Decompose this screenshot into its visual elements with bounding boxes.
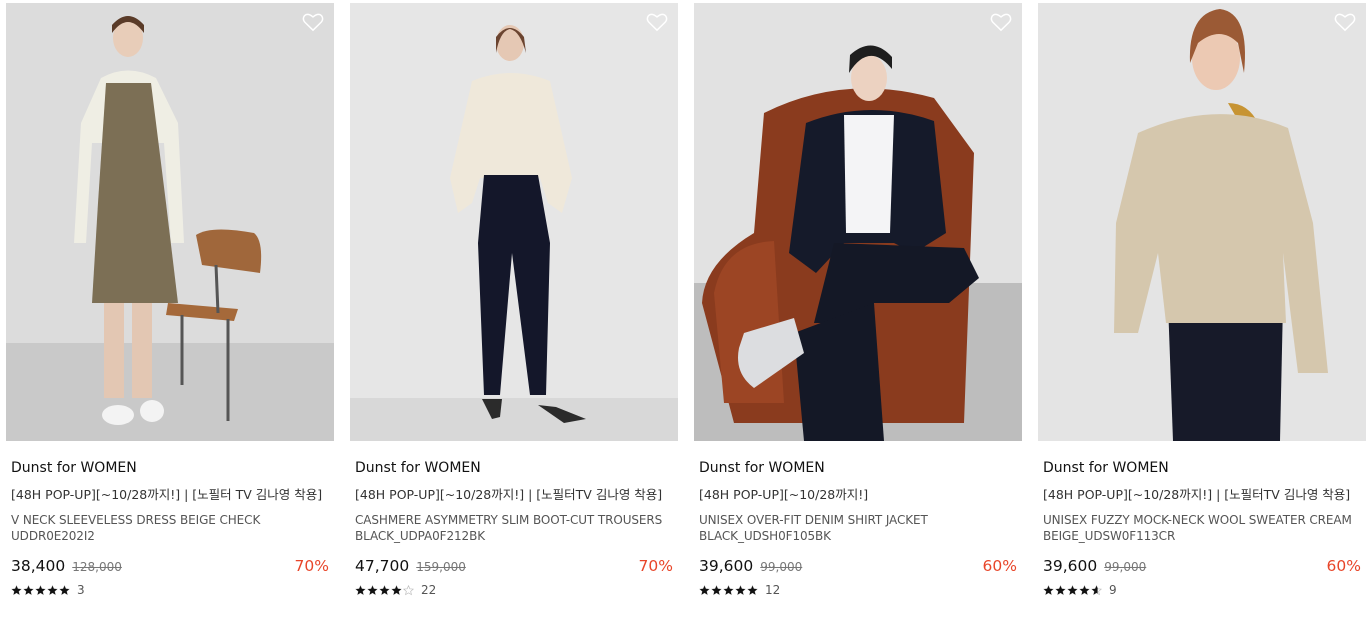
star-icon [59, 584, 70, 595]
star-icon [747, 584, 758, 595]
sale-price: 39,600 [699, 557, 754, 575]
product-photo [350, 3, 678, 441]
discount-rate: 60% [982, 557, 1017, 575]
star-icon [11, 584, 22, 595]
star-rating [1043, 584, 1102, 596]
discount-rate: 70% [638, 557, 673, 575]
star-icon [403, 584, 414, 595]
product-info: Dunst for WOMEN [48H POP-UP][~10/28까지!] … [6, 459, 334, 597]
sale-price: 38,400 [11, 557, 66, 575]
star-icon [35, 584, 46, 595]
sale-price: 39,600 [1043, 557, 1098, 575]
price-row: 47,700 159,000 70% [355, 556, 673, 576]
star-rating [699, 584, 758, 596]
star-rating [11, 584, 70, 596]
product-card[interactable]: Dunst for WOMEN [48H POP-UP][~10/28까지!] … [350, 3, 678, 597]
star-icon [379, 584, 390, 595]
product-image[interactable] [694, 3, 1022, 441]
sale-price: 47,700 [355, 557, 410, 575]
price-row: 39,600 99,000 60% [1043, 556, 1361, 576]
product-name[interactable]: UNISEX FUZZY MOCK-NECK WOOL SWEATER CREA… [1043, 512, 1361, 544]
brand-name[interactable]: Dunst for WOMEN [355, 459, 673, 477]
review-count: 9 [1109, 583, 1117, 597]
product-image[interactable] [350, 3, 678, 441]
star-rating [355, 584, 414, 596]
star-icon [1055, 584, 1066, 595]
rating-row: 3 [11, 583, 329, 597]
heart-outline-icon[interactable] [302, 12, 324, 32]
star-icon [1043, 584, 1054, 595]
star-icon [699, 584, 710, 595]
star-icon [735, 584, 746, 595]
original-price: 99,000 [1104, 560, 1147, 574]
star-icon [47, 584, 58, 595]
product-info: Dunst for WOMEN [48H POP-UP][~10/28까지!] … [350, 459, 678, 597]
promo-text[interactable]: [48H POP-UP][~10/28까지!] [699, 487, 1017, 503]
star-icon [367, 584, 378, 595]
review-count: 3 [77, 583, 85, 597]
product-photo [1038, 3, 1366, 441]
heart-outline-icon[interactable] [1334, 12, 1356, 32]
product-info: Dunst for WOMEN [48H POP-UP][~10/28까지!] … [1038, 459, 1366, 597]
price-row: 39,600 99,000 60% [699, 556, 1017, 576]
brand-name[interactable]: Dunst for WOMEN [1043, 459, 1361, 477]
product-name[interactable]: UNISEX OVER-FIT DENIM SHIRT JACKET BLACK… [699, 512, 1017, 544]
product-name[interactable]: V NECK SLEEVELESS DRESS BEIGE CHECK UDDR… [11, 512, 329, 544]
original-price: 159,000 [416, 560, 466, 574]
product-image[interactable] [1038, 3, 1366, 441]
discount-rate: 70% [294, 557, 329, 575]
brand-name[interactable]: Dunst for WOMEN [11, 459, 329, 477]
heart-outline-icon[interactable] [646, 12, 668, 32]
product-photo [6, 3, 334, 441]
promo-text[interactable]: [48H POP-UP][~10/28까지!] | [노필터TV 김나영 착용] [355, 487, 673, 503]
star-icon [1079, 584, 1090, 595]
original-price: 99,000 [760, 560, 803, 574]
heart-outline-icon[interactable] [990, 12, 1012, 32]
product-grid: Dunst for WOMEN [48H POP-UP][~10/28까지!] … [0, 0, 1371, 630]
original-price: 128,000 [72, 560, 122, 574]
star-icon [711, 584, 722, 595]
star-icon [1067, 584, 1078, 595]
brand-name[interactable]: Dunst for WOMEN [699, 459, 1017, 477]
rating-row: 9 [1043, 583, 1361, 597]
promo-text[interactable]: [48H POP-UP][~10/28까지!] | [노필터TV 김나영 착용] [1043, 487, 1361, 503]
review-count: 22 [421, 583, 437, 597]
review-count: 12 [765, 583, 781, 597]
star-icon [1091, 584, 1102, 595]
star-icon [355, 584, 366, 595]
rating-row: 12 [699, 583, 1017, 597]
product-info: Dunst for WOMEN [48H POP-UP][~10/28까지!] … [694, 459, 1022, 597]
star-icon [391, 584, 402, 595]
product-card[interactable]: Dunst for WOMEN [48H POP-UP][~10/28까지!] … [1038, 3, 1366, 597]
star-icon [723, 584, 734, 595]
product-card[interactable]: Dunst for WOMEN [48H POP-UP][~10/28까지!] … [694, 3, 1022, 597]
product-name[interactable]: CASHMERE ASYMMETRY SLIM BOOT-CUT TROUSER… [355, 512, 673, 544]
product-card[interactable]: Dunst for WOMEN [48H POP-UP][~10/28까지!] … [6, 3, 334, 597]
star-icon [23, 584, 34, 595]
promo-text[interactable]: [48H POP-UP][~10/28까지!] | [노필터 TV 김나영 착용… [11, 487, 329, 503]
discount-rate: 60% [1326, 557, 1361, 575]
price-row: 38,400 128,000 70% [11, 556, 329, 576]
product-image[interactable] [6, 3, 334, 441]
rating-row: 22 [355, 583, 673, 597]
product-photo [694, 3, 1022, 441]
